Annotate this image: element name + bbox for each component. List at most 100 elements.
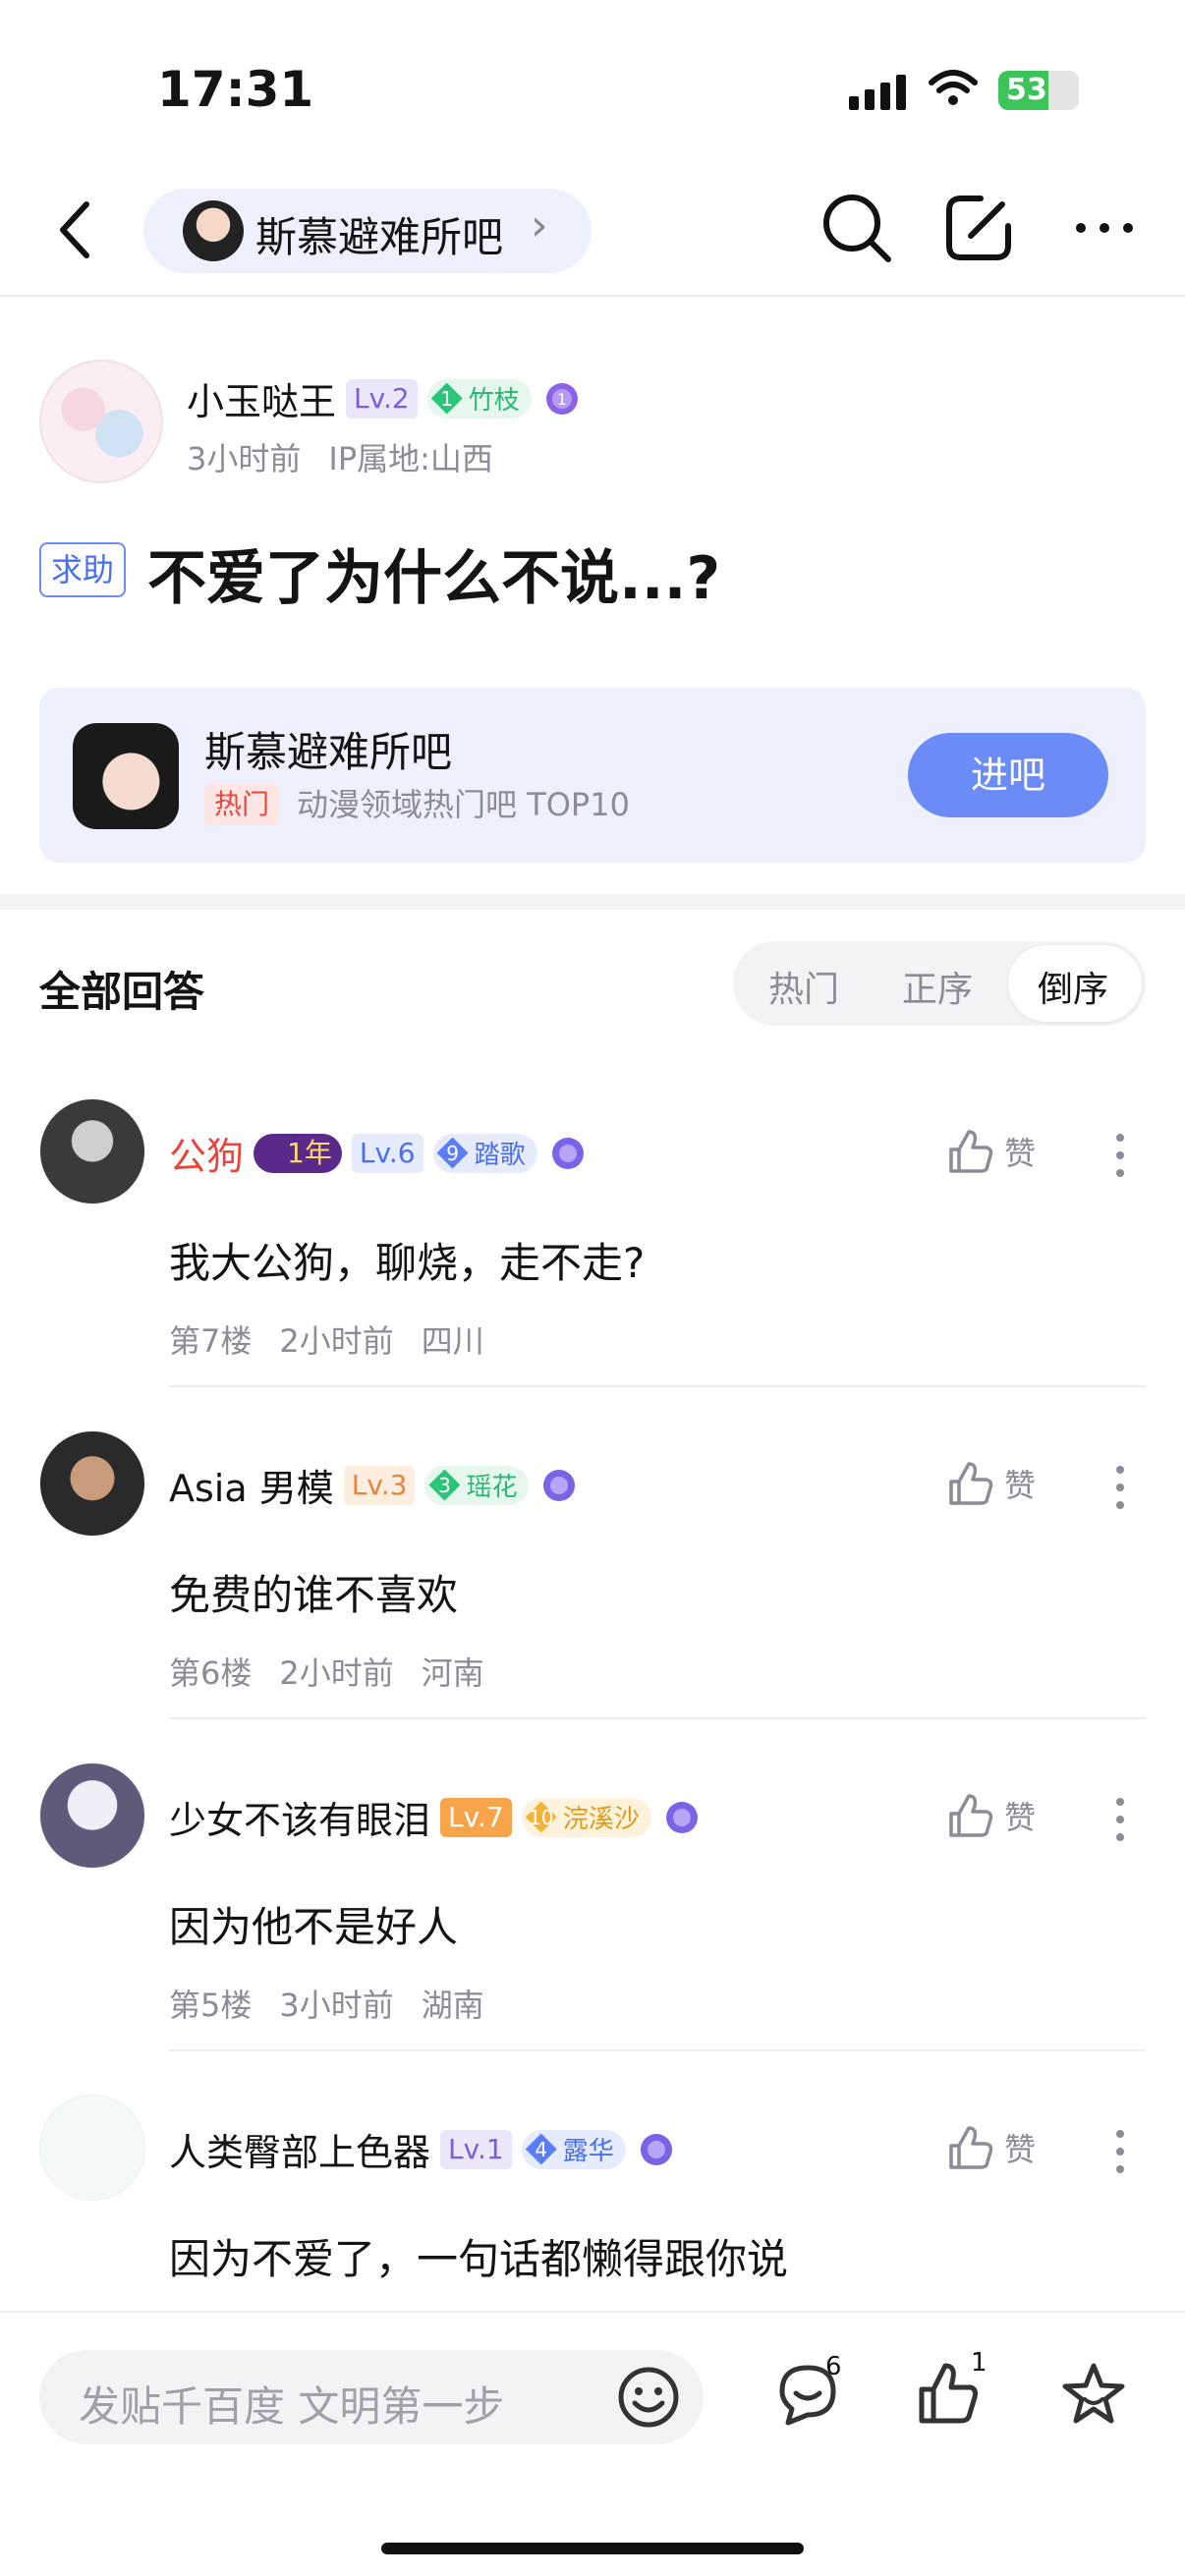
comment-time: 3小时前 <box>279 1987 394 2024</box>
comment-like-button[interactable]: 赞 <box>947 2124 1036 2171</box>
post-title: 不爱了为什么不说...? <box>147 544 721 613</box>
comment-meta: 第5楼 3小时前 湖南 <box>169 1981 512 2026</box>
back-icon[interactable] <box>55 198 94 265</box>
comment-more-icon[interactable] <box>1114 1464 1126 1515</box>
comments-icon[interactable]: 6 <box>774 2352 842 2433</box>
commenter-fan-badge: 4 露华 <box>521 2129 626 2169</box>
commenter-level-badge: Lv.3 <box>343 1465 416 1505</box>
status-bar: 17:31 53 <box>0 0 1185 167</box>
comment-location: 四川 <box>421 1322 484 1360</box>
commenter-level-badge: Lv.1 <box>440 2129 512 2169</box>
commenter-avatar[interactable] <box>39 1430 145 1537</box>
commenter-avatar[interactable] <box>39 1098 145 1204</box>
thumbs-up-icon <box>949 2126 993 2169</box>
badge-name: 浣溪沙 <box>562 1805 640 1834</box>
like-label: 赞 <box>1004 1467 1037 1504</box>
badge-number: 3 <box>428 1469 461 1501</box>
comment-divider <box>169 1385 1146 1387</box>
author-row: 小玉哒王 Lv.2 1 竹枝 1 <box>187 371 581 425</box>
commenter-avatar[interactable] <box>39 2095 145 2201</box>
comment-like-button[interactable]: 赞 <box>947 1128 1036 1175</box>
badge-number: 10 <box>525 1801 557 1833</box>
comment-count: 6 <box>825 2352 842 2381</box>
wifi-icon <box>928 69 979 112</box>
comment-like-button[interactable]: 赞 <box>947 1792 1036 1839</box>
commenter-avatar[interactable] <box>39 1763 145 1869</box>
post-tag: 求助 <box>39 542 127 597</box>
comment-more-icon[interactable] <box>1114 2128 1126 2179</box>
emoji-icon[interactable] <box>617 2366 680 2433</box>
nav-bar: 斯慕避难所吧 › <box>0 167 1185 295</box>
search-icon[interactable] <box>819 191 894 269</box>
commenter-row: 少女不该有眼泪 Lv.7 10 浣溪沙 <box>169 1790 701 1844</box>
edit-icon[interactable] <box>941 191 1016 269</box>
commenter-name[interactable]: Asia 男模 <box>169 1458 334 1512</box>
badge-name: 露华 <box>562 2137 614 2166</box>
comment-floor: 第5楼 <box>169 1987 253 2024</box>
nav-divider <box>0 295 1185 297</box>
svg-text:1: 1 <box>557 390 567 409</box>
comment-time: 2小时前 <box>279 1322 394 1360</box>
like-post-icon[interactable]: 1 <box>916 2348 988 2431</box>
answers-title: 全部回答 <box>39 968 205 1016</box>
bottom-bar: 发贴千百度 文明第一步 6 1 <box>0 2311 1185 2576</box>
badge-number: 9 <box>436 1137 469 1169</box>
commenter-name[interactable]: 少女不该有眼泪 <box>169 1790 430 1844</box>
comment-more-icon[interactable] <box>1114 1132 1126 1183</box>
commenter-fan-badge: 9 踏歌 <box>432 1133 537 1173</box>
forum-avatar-small <box>183 200 244 261</box>
comment-location: 湖南 <box>421 1987 484 2024</box>
medal-icon <box>549 1135 587 1172</box>
author-name[interactable]: 小玉哒王 <box>187 371 336 425</box>
signal-icon <box>849 75 910 118</box>
commenter-name[interactable]: 公狗 <box>169 1126 244 1180</box>
comment-content: 因为不爱了，一句话都懒得跟你说 <box>169 2235 789 2283</box>
comment-floor: 第6楼 <box>169 1654 253 1692</box>
comment-more-icon[interactable] <box>1114 1796 1126 1847</box>
sort-asc-option[interactable]: 正序 <box>902 961 973 1012</box>
thumbs-up-icon <box>949 1794 993 1837</box>
forum-card[interactable]: 斯慕避难所吧 热门 动漫领域热门吧 TOP10 进吧 <box>39 688 1146 863</box>
comment-divider <box>169 1717 1146 1719</box>
medal-icon <box>540 1467 578 1504</box>
comment-content: 免费的谁不喜欢 <box>169 1571 459 1619</box>
more-icon[interactable] <box>1073 220 1136 240</box>
forum-pill[interactable]: 斯慕避难所吧 › <box>143 189 592 273</box>
comment-location: 河南 <box>421 1654 484 1692</box>
comment-meta: 第7楼 2小时前 四川 <box>169 1316 512 1362</box>
hot-tag: 热门 <box>204 784 280 825</box>
section-divider <box>0 894 1185 910</box>
like-count: 1 <box>971 2348 988 2378</box>
home-indicator <box>381 2543 804 2554</box>
thumbs-up-icon <box>949 1462 993 1505</box>
author-fan-badge: 1 竹枝 <box>426 378 532 419</box>
comment-content: 我大公狗，聊烧，走不走? <box>169 1239 646 1287</box>
commenter-level-badge: Lv.7 <box>440 1797 512 1837</box>
post-meta: 3小时前 IP属地:山西 <box>187 434 521 479</box>
comment-time: 2小时前 <box>279 1654 394 1692</box>
sort-desc-option[interactable]: 倒序 <box>1008 945 1142 1022</box>
thumbs-up-icon <box>949 1130 993 1173</box>
comment-like-button[interactable]: 赞 <box>947 1460 1036 1507</box>
comment-content: 因为他不是好人 <box>169 1903 459 1951</box>
comment-input[interactable]: 发贴千百度 文明第一步 <box>39 2350 704 2444</box>
status-time: 17:31 <box>157 61 314 118</box>
commenter-level-badge: Lv.6 <box>351 1133 423 1173</box>
comment-floor: 第7楼 <box>169 1322 253 1360</box>
author-level-badge: Lv.2 <box>346 378 418 419</box>
author-avatar[interactable] <box>39 360 163 483</box>
medal-icon <box>638 2131 675 2168</box>
forum-avatar <box>73 723 179 829</box>
comment-divider <box>169 2049 1146 2051</box>
like-label: 赞 <box>1004 1135 1037 1172</box>
star-icon[interactable] <box>1059 2360 1128 2433</box>
join-forum-button[interactable]: 进吧 <box>908 733 1108 817</box>
sort-toggle: 热门 正序 倒序 <box>733 941 1146 1026</box>
commenter-row: Asia 男模 Lv.3 3 瑶花 <box>169 1458 578 1512</box>
sort-hot-option[interactable]: 热门 <box>768 961 839 1012</box>
forum-pill-name: 斯慕避难所吧 <box>255 213 504 261</box>
badge-name: 竹枝 <box>468 386 520 416</box>
badge-name: 踏歌 <box>474 1141 526 1170</box>
commenter-name[interactable]: 人类臀部上色器 <box>169 2122 430 2176</box>
battery-level: 53 <box>1006 73 1047 107</box>
